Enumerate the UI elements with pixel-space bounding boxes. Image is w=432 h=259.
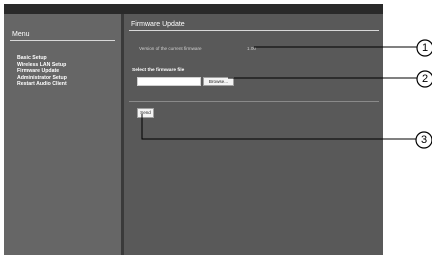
callout-2-number: 2 (421, 73, 429, 85)
callout-1-number: 1 (421, 42, 429, 54)
callout-lines (141, 39, 432, 149)
callout-3-leader (141, 114, 416, 140)
callout-3-number: 3 (420, 134, 428, 146)
